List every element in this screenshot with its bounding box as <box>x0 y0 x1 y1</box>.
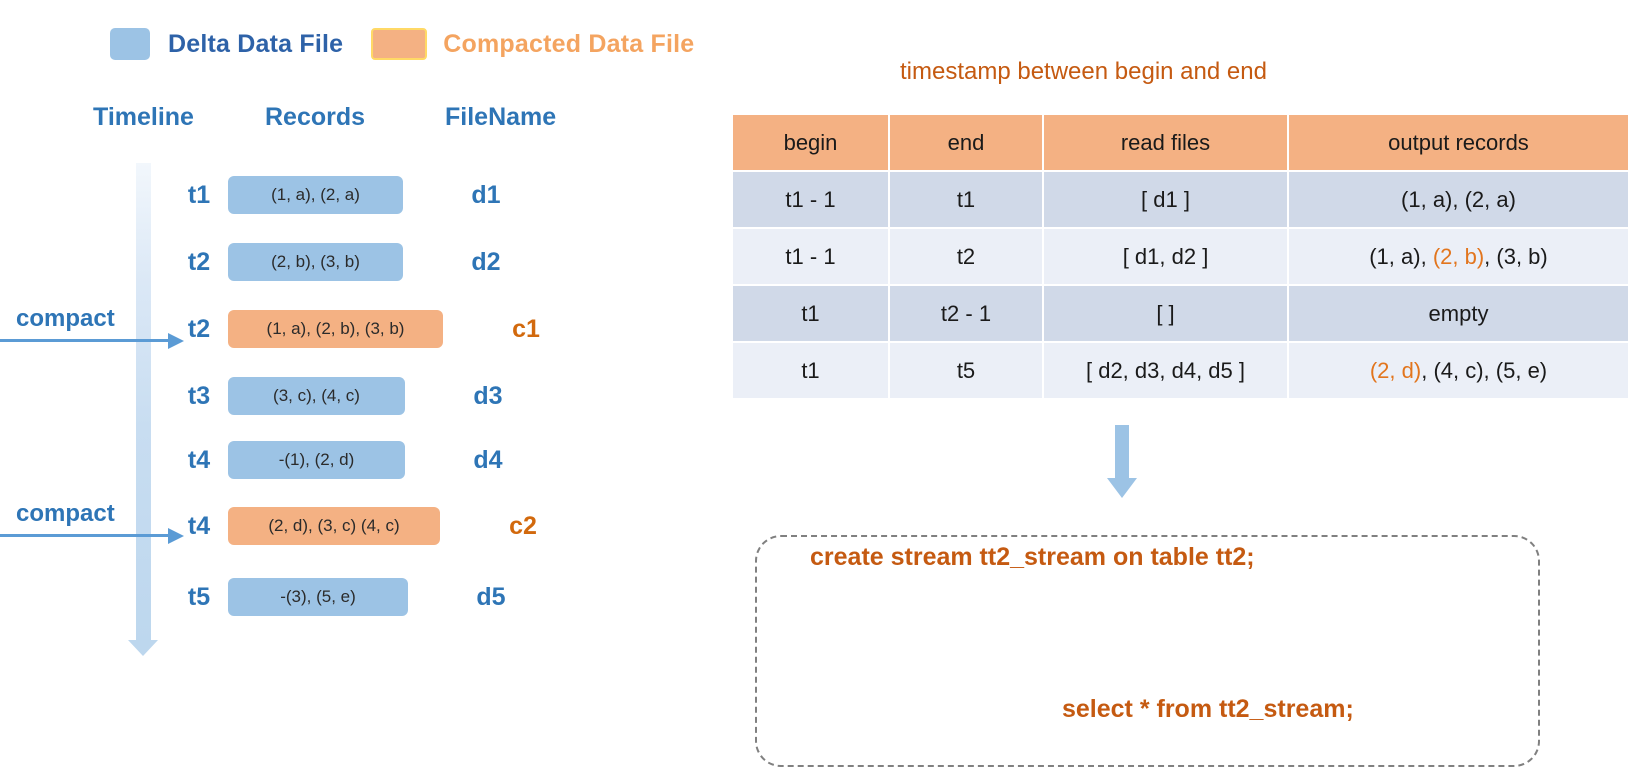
timeline-row: t2 (2, b), (3, b) d2 <box>170 242 501 282</box>
table-header-output: output records <box>1289 115 1628 170</box>
table-cell-begin: t1 - 1 <box>733 172 888 227</box>
record-text: , (3, b) <box>1484 243 1548 269</box>
column-heading-filename: FileName <box>445 103 557 131</box>
table-cell-end: t2 - 1 <box>890 286 1042 341</box>
compacted-data-file-swatch <box>371 28 428 60</box>
timeline-file-name: c2 <box>509 511 537 540</box>
timeline-row: t4 -(1), (2, d) d4 <box>170 440 503 480</box>
table-header-row: begin end read files output records <box>733 115 1628 170</box>
compact-line-2 <box>0 534 170 537</box>
highlighted-record: (2, b) <box>1432 243 1485 269</box>
timeline-time-label: t1 <box>187 180 211 209</box>
column-heading-timeline: Timeline <box>93 103 194 131</box>
table-row: t1 - 1 t2[ d1, d2 ] (1, a), (2, b), (3, b) <box>733 229 1628 284</box>
table-cell-read-files: [ ] <box>1044 286 1287 341</box>
sql-select-statement: select * from tt2_stream; <box>1062 695 1354 723</box>
compact-label-1: compact <box>16 305 115 332</box>
timeline-row: t1 (1, a), (2, a) d1 <box>170 175 501 215</box>
record-text: empty <box>1428 300 1489 326</box>
table-header: begin end read files output records <box>733 115 1628 170</box>
diagram-canvas: Delta Data File Compacted Data File Time… <box>0 0 1633 773</box>
record-text: , (4, c), (5, e) <box>1421 357 1548 383</box>
delta-data-file-label: Delta Data File <box>168 29 344 58</box>
record-text: (1, a), (2, a) <box>1401 186 1516 212</box>
timeline-time-label: t4 <box>187 445 211 474</box>
timeline-bar <box>136 163 151 643</box>
highlighted-record: (2, d) <box>1369 357 1422 383</box>
table-header-end: end <box>890 115 1042 170</box>
timeline-file-name: d5 <box>476 582 506 611</box>
legend: Delta Data File Compacted Data File <box>110 28 694 60</box>
timeline-arrow-icon <box>128 640 158 656</box>
compacted-data-file-box: (1, a), (2, b), (3, b) <box>228 310 443 348</box>
compact-line-1 <box>0 339 170 342</box>
table-cell-output-records: empty <box>1289 286 1628 341</box>
table-header-files: read files <box>1044 115 1287 170</box>
table-cell-read-files: [ d1 ] <box>1044 172 1287 227</box>
column-heading-records: Records <box>265 103 366 131</box>
table-cell-output-records: (2, d), (4, c), (5, e) <box>1289 343 1628 398</box>
table-row: t1 t2 - 1[ ] empty <box>733 286 1628 341</box>
timeline-row: t2 (1, a), (2, b), (3, b) c1 <box>170 309 540 349</box>
timeline-file-name: d1 <box>471 180 501 209</box>
delta-data-file-box: (3, c), (4, c) <box>228 377 405 415</box>
read-output-table: begin end read files output records t1 -… <box>731 113 1630 400</box>
table-row: t1 - 1 t1[ d1 ] (1, a), (2, a) <box>733 172 1628 227</box>
table-cell-output-records: (1, a), (2, b), (3, b) <box>1289 229 1628 284</box>
timeline-file-name: d3 <box>473 381 503 410</box>
table-cell-end: t2 <box>890 229 1042 284</box>
compact-label-2: compact <box>16 500 115 527</box>
timeline-time-label: t3 <box>187 381 211 410</box>
compacted-data-file-box: (2, d), (3, c) (4, c) <box>228 507 440 545</box>
timeline-time-label: t4 <box>187 511 211 540</box>
timeline-row: t4 (2, d), (3, c) (4, c) c2 <box>170 506 537 546</box>
table-title: timestamp between begin and end <box>900 58 1267 85</box>
table-cell-end: t1 <box>890 172 1042 227</box>
flow-arrow-shaft <box>1115 425 1129 480</box>
timeline-file-name: d2 <box>471 247 501 276</box>
delta-data-file-box: (1, a), (2, a) <box>228 176 403 214</box>
table-cell-output-records: (1, a), (2, a) <box>1289 172 1628 227</box>
table-cell-read-files: [ d2, d3, d4, d5 ] <box>1044 343 1287 398</box>
sql-create-statement: create stream tt2_stream on table tt2; <box>810 543 1255 571</box>
timeline-file-name: c1 <box>512 314 540 343</box>
record-text: (1, a), <box>1369 243 1433 269</box>
delta-data-file-box: (2, b), (3, b) <box>228 243 403 281</box>
table-cell-end: t5 <box>890 343 1042 398</box>
table-cell-begin: t1 - 1 <box>733 229 888 284</box>
timeline-time-label: t2 <box>187 314 211 343</box>
table-body: t1 - 1 t1[ d1 ] (1, a), (2, a) t1 - 1 t2[ d1… <box>733 172 1628 398</box>
table-header-begin: begin <box>733 115 888 170</box>
table-cell-begin: t1 <box>733 343 888 398</box>
compacted-data-file-label: Compacted Data File <box>443 29 695 58</box>
timeline-time-label: t2 <box>187 247 211 276</box>
table-cell-begin: t1 <box>733 286 888 341</box>
table-row: t1 t5[ d2, d3, d4, d5 ] (2, d), (4, c), (5… <box>733 343 1628 398</box>
table-cell-read-files: [ d1, d2 ] <box>1044 229 1287 284</box>
timeline-time-label: t5 <box>187 582 211 611</box>
timeline-file-name: d4 <box>473 445 503 474</box>
timeline-row: t5 -(3), (5, e) d5 <box>170 577 506 617</box>
delta-data-file-box: -(3), (5, e) <box>228 578 408 616</box>
delta-data-file-swatch <box>110 28 150 60</box>
timeline-row: t3 (3, c), (4, c) d3 <box>170 376 503 416</box>
flow-arrow-icon <box>1107 478 1137 498</box>
delta-data-file-box: -(1), (2, d) <box>228 441 405 479</box>
